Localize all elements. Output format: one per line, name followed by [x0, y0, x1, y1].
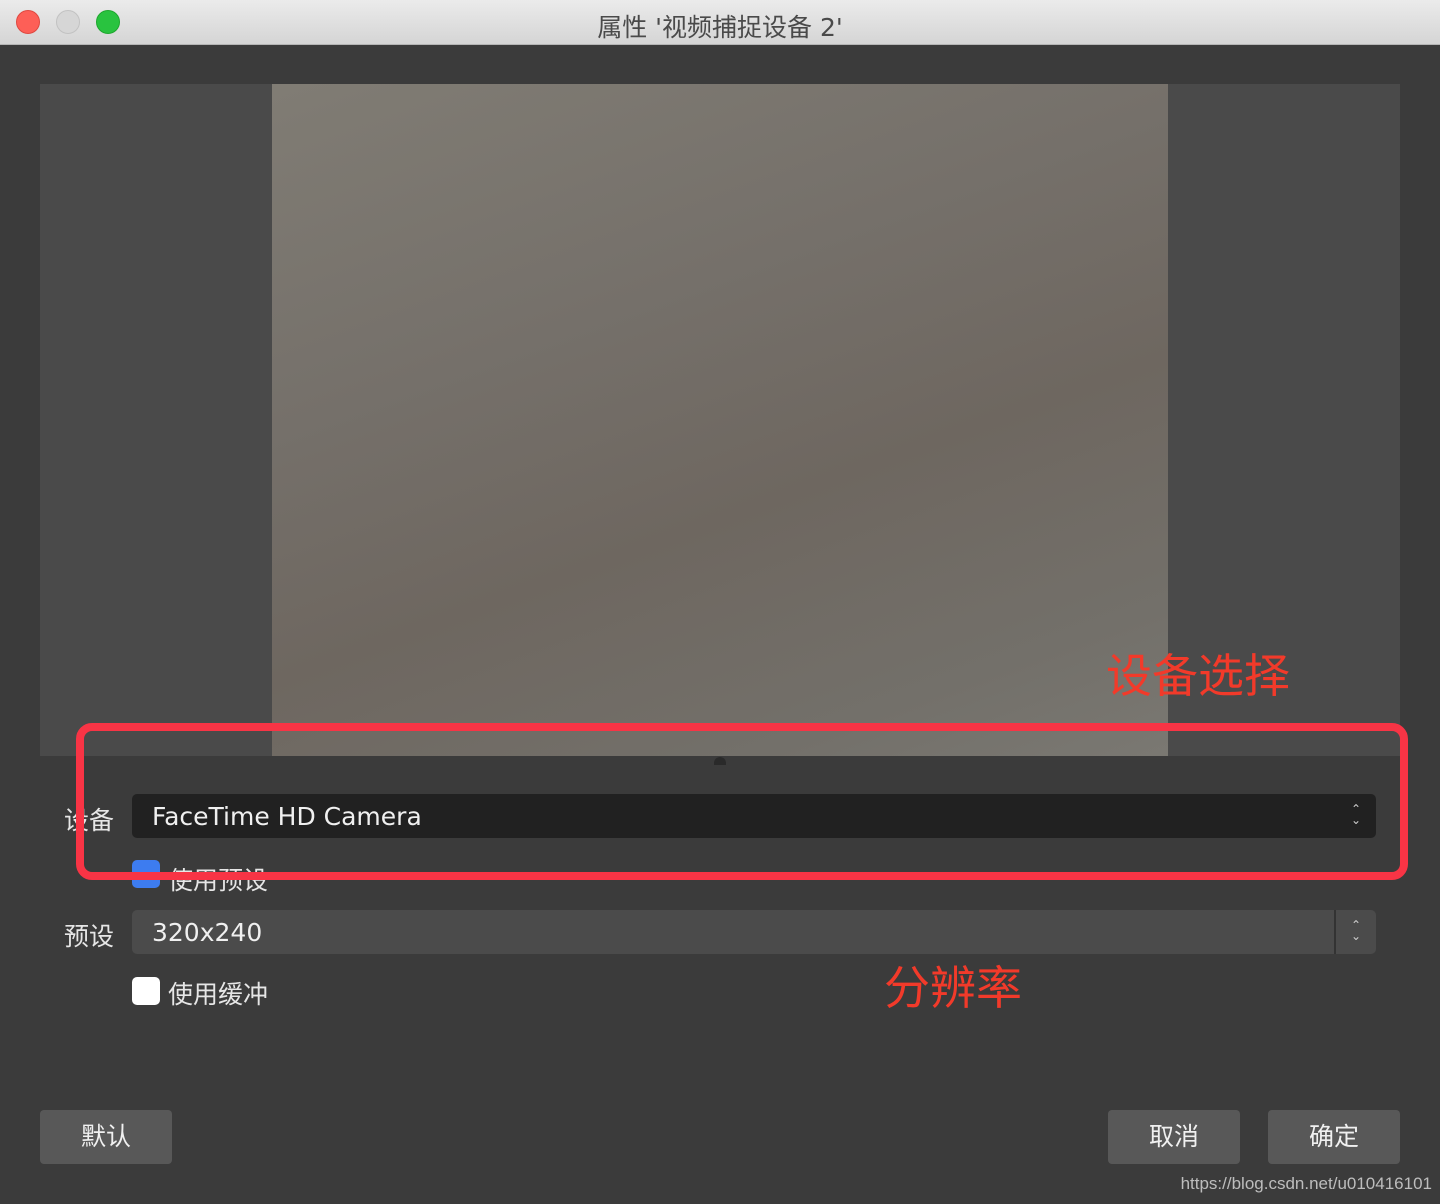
preset-select[interactable]: 320x240 ⌃ ⌄ — [132, 910, 1376, 954]
preset-select-value: 320x240 — [152, 918, 263, 947]
preset-label: 预设 — [64, 922, 115, 951]
annotation-resolution: 分辨率 — [884, 961, 1022, 1015]
use-buffer-label: 使用缓冲 — [168, 980, 269, 1009]
annotation-highlight-box — [76, 723, 1408, 880]
title-bar[interactable]: 属性 '视频捕捉设备 2' — [0, 0, 1440, 45]
ok-button[interactable]: 确定 — [1268, 1110, 1400, 1164]
select-arrows-icon: ⌃ ⌄ — [1350, 918, 1362, 943]
properties-window: 属性 '视频捕捉设备 2' 设备 FaceTime HD Camera ⌃ ⌄ 使… — [0, 0, 1440, 1204]
default-button[interactable]: 默认 — [40, 1110, 172, 1164]
watermark-text: https://blog.csdn.net/u010416101 — [1180, 1174, 1432, 1193]
window-title: 属性 '视频捕捉设备 2' — [597, 13, 843, 42]
use-buffer-checkbox[interactable] — [132, 977, 160, 1005]
camera-preview-image — [272, 84, 1168, 756]
annotation-device-select: 设备选择 — [1106, 649, 1290, 703]
select-divider — [1334, 910, 1336, 954]
cancel-button[interactable]: 取消 — [1108, 1110, 1240, 1164]
